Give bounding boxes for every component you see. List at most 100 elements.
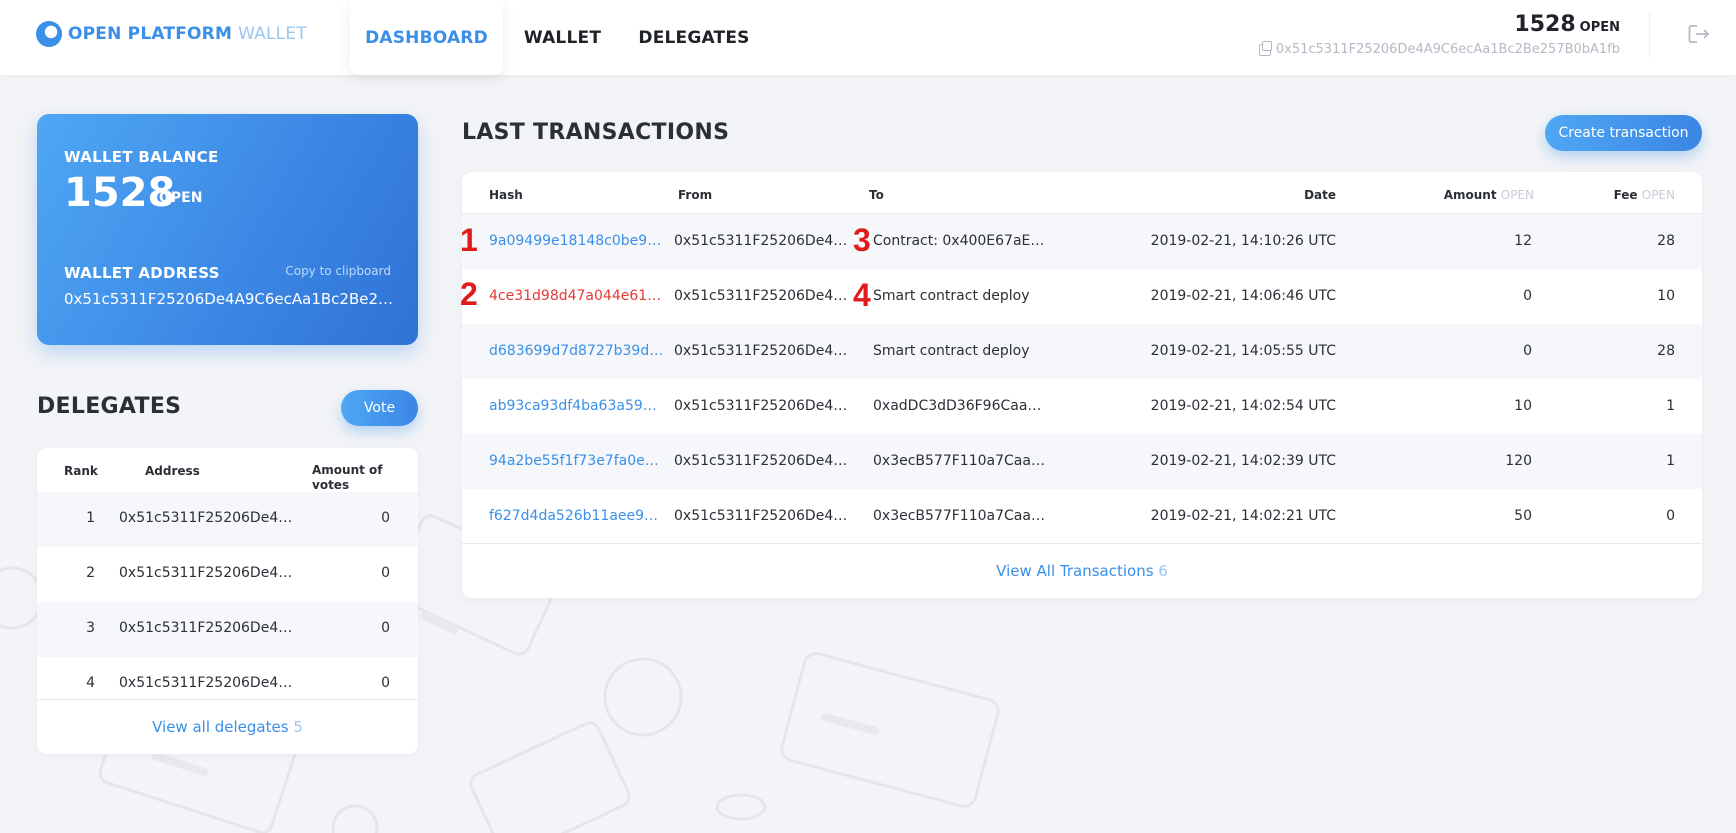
header-address[interactable]: 0x51c5311F25206De4A9C6ecAa1Bc2Be257B0bA1… [1258, 40, 1620, 57]
tx-amount: 10 [1514, 398, 1532, 414]
col-rank: Rank [64, 464, 98, 478]
col-amount-label: Amount [1443, 188, 1497, 202]
col-amount-unit: OPEN [1500, 188, 1534, 202]
delegates-count: 5 [293, 718, 303, 736]
delegate-votes: 0 [381, 620, 390, 636]
view-all-transactions-link[interactable]: View All Transactions [996, 562, 1153, 580]
transactions-table: Hash From To Date Amount OPEN Fee OPEN 9… [462, 172, 1702, 598]
delegate-address: 0x51c5311F25206De4A9C6ecAa1Bc2Be257B0bA1… [119, 510, 299, 526]
col-fee-label: Fee [1613, 188, 1638, 202]
wallet-address-label: WALLET ADDRESS [64, 264, 220, 282]
wallet-balance-card: WALLET BALANCE 1528 OPEN WALLET ADDRESS … [37, 114, 418, 345]
col-hash: Hash [489, 188, 523, 202]
tx-fee: 0 [1666, 508, 1675, 524]
delegates-table: Rank Address Amount of votes 1 0x51c5311… [37, 448, 418, 754]
tx-date: 2019-02-21, 14:10:26 UTC [1150, 233, 1336, 249]
tx-to: 0x3ecB577F110a7Caaa7B8d... [873, 508, 1048, 524]
table-row[interactable]: d683699d7d8727b39d40b... 0x51c5311F25206… [462, 324, 1702, 379]
tx-hash-link[interactable]: ab93ca93df4ba63a59bb67... [489, 398, 664, 414]
header-divider [1649, 12, 1650, 57]
table-row[interactable]: 1 0x51c5311F25206De4A9C6ecAa1Bc2Be257B0b… [37, 492, 418, 547]
create-transaction-button[interactable]: Create transaction [1545, 115, 1702, 151]
tx-amount: 50 [1514, 508, 1532, 524]
col-date: Date [1304, 188, 1336, 202]
col-fee: Fee OPEN [1614, 188, 1675, 202]
wallet-balance-unit: OPEN [159, 190, 203, 206]
tab-delegates[interactable]: DELEGATES [634, 0, 754, 75]
top-header: OPEN PLATFORM WALLET DASHBOARD WALLET DE… [0, 0, 1736, 75]
tx-to: Smart contract deploy [873, 288, 1030, 304]
col-votes: Amount of votes [312, 463, 383, 492]
tx-fee: 1 [1666, 453, 1675, 469]
delegate-votes: 0 [381, 675, 390, 691]
table-row[interactable]: f627d4da526b11aee9043fd... 0x51c5311F252… [462, 489, 1702, 544]
table-row[interactable]: 3 0x51c5311F25206De4A9C6ecAa1Bc2Be257B0b… [37, 602, 418, 657]
tx-amount: 120 [1505, 453, 1532, 469]
delegate-address: 0x51c5311F25206De4A9C6ecAa1Bc2Be257B0bA1… [119, 620, 299, 636]
tx-to: 0xadDC3dD36F96CaaF256... [873, 398, 1048, 414]
delegates-title: DELEGATES [37, 394, 182, 419]
tab-wallet[interactable]: WALLET [515, 0, 610, 75]
view-all-transactions[interactable]: View All Transactions 6 [462, 543, 1702, 598]
transactions-title: LAST TRANSACTIONS [462, 120, 730, 145]
logout-icon[interactable] [1688, 24, 1710, 44]
delegate-rank: 1 [86, 510, 95, 526]
delegate-rank: 3 [86, 620, 95, 636]
tx-to: 0x3ecB577F110a7Caaa7B8d... [873, 453, 1048, 469]
col-amount: Amount OPEN [1444, 188, 1534, 202]
delegate-votes: 0 [381, 510, 390, 526]
table-row[interactable]: 9a09499e18148c0be9e6da... 0x51c5311F2520… [462, 214, 1702, 269]
tx-date: 2019-02-21, 14:02:21 UTC [1150, 508, 1336, 524]
delegate-address: 0x51c5311F25206De4A9C6ecAa1Bc2Be257B0bA1… [119, 675, 299, 691]
tx-hash-link[interactable]: 4ce31d98d47a044e6162f09... [489, 288, 664, 304]
col-to: To [869, 188, 884, 202]
table-row[interactable]: ab93ca93df4ba63a59bb67... 0x51c5311F2520… [462, 379, 1702, 434]
tx-hash-link[interactable]: f627d4da526b11aee9043fd... [489, 508, 664, 524]
annotation-marker-1: 1 [460, 222, 478, 258]
view-all-delegates-link[interactable]: View all delegates [152, 718, 288, 736]
copy-icon [1258, 40, 1272, 56]
tx-from: 0x51c5311F25206De4A9C6ecAa1Bc2Be257B0bA1… [674, 233, 849, 249]
header-balance-unit: OPEN [1579, 20, 1620, 35]
tx-amount: 0 [1523, 288, 1532, 304]
copy-to-clipboard-link[interactable]: Copy to clipboard [285, 264, 391, 278]
tab-dashboard[interactable]: DASHBOARD [350, 0, 503, 75]
delegate-rank: 2 [86, 565, 95, 581]
header-balance-value: 1528 [1514, 12, 1576, 37]
header-address-text: 0x51c5311F25206De4A9C6ecAa1Bc2Be257B0bA1… [1275, 42, 1620, 57]
tx-fee: 10 [1657, 288, 1675, 304]
vote-button[interactable]: Vote [341, 390, 418, 426]
tx-date: 2019-02-21, 14:02:39 UTC [1150, 453, 1336, 469]
table-row[interactable]: 94a2be55f1f73e7fa0eb7b6f... 0x51c5311F25… [462, 434, 1702, 489]
tx-fee: 28 [1657, 233, 1675, 249]
col-fee-unit: OPEN [1641, 188, 1675, 202]
table-row[interactable]: 4ce31d98d47a044e6162f09... 0x51c5311F252… [462, 269, 1702, 324]
tx-hash-link[interactable]: 9a09499e18148c0be9e6da... [489, 233, 664, 249]
tx-from: 0x51c5311F25206De4A9C6ecAa1Bc2Be257B0bA1… [674, 343, 849, 359]
brand-name: OPEN PLATFORM [68, 24, 233, 44]
brand-sub: WALLET [238, 24, 307, 44]
tx-fee: 1 [1666, 398, 1675, 414]
annotation-marker-3: 3 [853, 222, 871, 258]
tx-from: 0x51c5311F25206De4A9C6ecAa1Bc2Be257B0bA1… [674, 398, 849, 414]
tx-date: 2019-02-21, 14:06:46 UTC [1150, 288, 1336, 304]
tx-fee: 28 [1657, 343, 1675, 359]
brand-logo[interactable]: OPEN PLATFORM WALLET [36, 21, 307, 47]
table-row[interactable]: 2 0x51c5311F25206De4A9C6ecAa1Bc2Be257B0b… [37, 547, 418, 602]
transactions-count: 6 [1158, 562, 1168, 580]
view-all-delegates[interactable]: View all delegates 5 [37, 699, 418, 754]
annotation-marker-4: 4 [853, 277, 871, 313]
delegate-votes: 0 [381, 565, 390, 581]
col-from: From [678, 188, 713, 202]
tx-hash-link[interactable]: 94a2be55f1f73e7fa0eb7b6f... [489, 453, 664, 469]
wallet-address-value[interactable]: 0x51c5311F25206De4A9C6ecAa1Bc2Be257B0bA1… [64, 290, 394, 308]
tx-from: 0x51c5311F25206De4A9C6ecAa1Bc2Be257B0bA1… [674, 508, 849, 524]
tx-date: 2019-02-21, 14:05:55 UTC [1150, 343, 1336, 359]
tx-date: 2019-02-21, 14:02:54 UTC [1150, 398, 1336, 414]
tx-to: Contract: 0x400E67aE0C25... [873, 233, 1048, 249]
tx-amount: 0 [1523, 343, 1532, 359]
tx-hash-link[interactable]: d683699d7d8727b39d40b... [489, 343, 664, 359]
wallet-balance-label: WALLET BALANCE [64, 148, 219, 166]
logo-icon [36, 21, 62, 47]
annotation-marker-2: 2 [460, 276, 478, 312]
